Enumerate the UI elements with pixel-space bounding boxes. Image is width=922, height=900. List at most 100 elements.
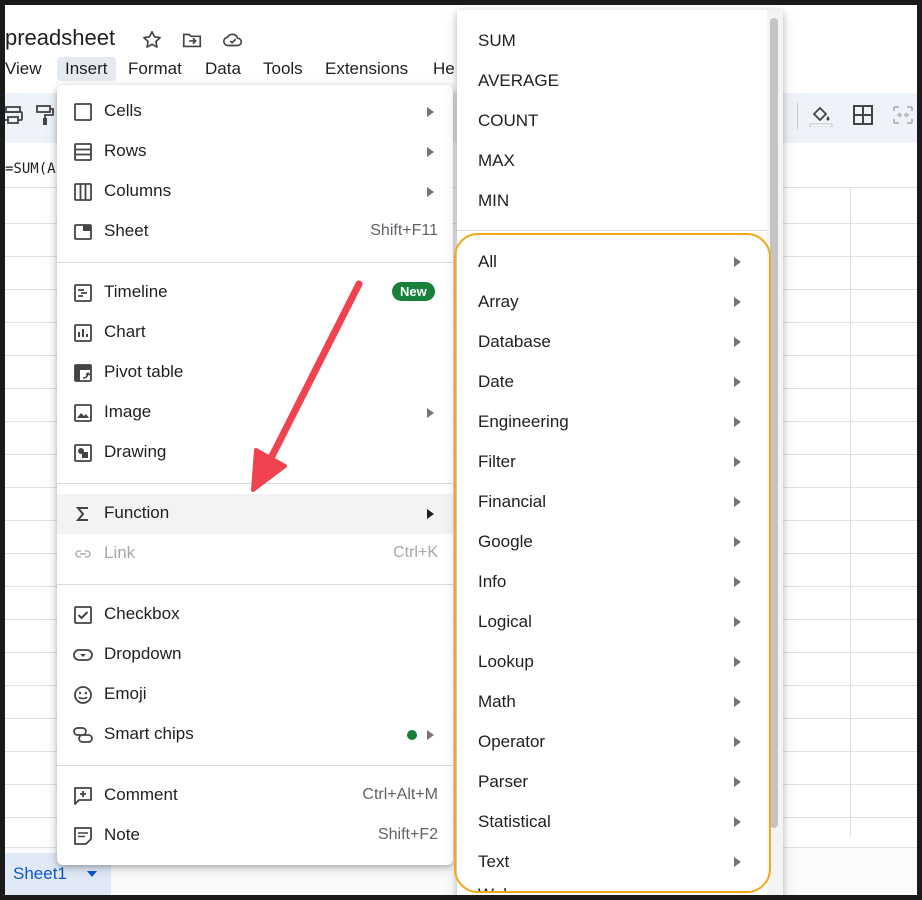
timeline-icon — [74, 284, 92, 302]
category-financial[interactable]: Financial — [457, 482, 767, 522]
submenu-arrow-icon — [734, 577, 741, 587]
emoji-icon — [74, 686, 92, 704]
toolbar-divider — [797, 103, 798, 129]
link-icon — [75, 550, 91, 558]
menu-item-smart-chips[interactable]: Smart chips — [57, 715, 453, 755]
category-text[interactable]: Text — [457, 842, 767, 882]
submenu-arrow-icon — [427, 187, 434, 197]
star-icon[interactable] — [141, 29, 163, 51]
category-operator[interactable]: Operator — [457, 722, 767, 762]
columns-icon — [74, 183, 92, 201]
sheet-tab-label: Sheet1 — [13, 864, 67, 883]
category-lookup[interactable]: Lookup — [457, 642, 767, 682]
print-icon[interactable] — [1, 103, 25, 127]
sheet-icon — [74, 224, 92, 240]
merge-cells-icon[interactable] — [891, 103, 915, 127]
menu-divider — [57, 765, 453, 766]
menu-tools[interactable]: Tools — [263, 59, 303, 79]
cells-icon — [74, 103, 92, 121]
menu-item-function[interactable]: Function — [57, 494, 453, 534]
category-engineering[interactable]: Engineering — [457, 402, 767, 442]
menu-insert[interactable]: Insert — [57, 57, 116, 81]
move-folder-icon[interactable] — [181, 29, 203, 51]
submenu-arrow-icon — [734, 737, 741, 747]
menu-item-columns[interactable]: Columns — [57, 172, 453, 212]
menu-item-link[interactable]: Link Ctrl+K — [57, 534, 453, 574]
note-icon — [74, 827, 92, 845]
category-logical[interactable]: Logical — [457, 602, 767, 642]
menu-item-dropdown[interactable]: Dropdown — [57, 635, 453, 675]
menu-data[interactable]: Data — [205, 59, 241, 79]
submenu-arrow-icon — [734, 297, 741, 307]
chart-icon — [74, 324, 92, 342]
submenu-arrow-icon — [427, 509, 434, 519]
scrollbar-thumb[interactable] — [770, 18, 778, 828]
dropdown-icon — [73, 649, 93, 661]
paint-format-icon[interactable] — [33, 103, 57, 127]
menu-item-sheet[interactable]: Sheet Shift+F11 — [57, 212, 453, 252]
cloud-saved-icon — [223, 33, 243, 47]
category-all[interactable]: All — [457, 242, 767, 282]
submenu-arrow-icon — [734, 497, 741, 507]
menu-divider — [57, 584, 453, 585]
function-submenu: SUM AVERAGE COUNT MAX MIN All Array Data… — [457, 10, 783, 895]
submenu-arrow-icon — [734, 417, 741, 427]
category-math[interactable]: Math — [457, 682, 767, 722]
submenu-arrow-icon — [427, 107, 434, 117]
menu-item-cells[interactable]: Cells — [57, 92, 453, 132]
shortcut-sheet: Shift+F11 — [370, 222, 438, 239]
chevron-down-icon[interactable] — [87, 871, 97, 877]
function-max[interactable]: MAX — [457, 141, 767, 181]
submenu-arrow-icon — [734, 657, 741, 667]
menu-item-rows[interactable]: Rows — [57, 132, 453, 172]
category-array[interactable]: Array — [457, 282, 767, 322]
shortcut-link: Ctrl+K — [393, 544, 438, 561]
function-average[interactable]: AVERAGE — [457, 61, 767, 101]
app-window: preadsheet View Insert Format Data Tools… — [0, 0, 922, 900]
checkbox-icon — [74, 606, 92, 624]
category-filter[interactable]: Filter — [457, 442, 767, 482]
borders-icon[interactable] — [851, 103, 875, 127]
rows-icon — [74, 143, 92, 161]
submenu-arrow-icon — [734, 777, 741, 787]
category-info[interactable]: Info — [457, 562, 767, 602]
shortcut-comment: Ctrl+Alt+M — [362, 786, 438, 803]
submenu-arrow-icon — [427, 147, 434, 157]
submenu-arrow-icon — [734, 337, 741, 347]
submenu-arrow-icon — [734, 457, 741, 467]
menu-divider — [57, 262, 453, 263]
new-badge: New — [392, 282, 435, 301]
sigma-icon — [75, 507, 88, 521]
menu-format[interactable]: Format — [128, 59, 182, 79]
document-title[interactable]: preadsheet — [5, 25, 115, 51]
function-min[interactable]: MIN — [457, 181, 767, 221]
submenu-arrow-icon — [427, 730, 434, 740]
status-dot — [407, 730, 417, 740]
menu-divider — [457, 230, 767, 231]
submenu-arrow-icon — [734, 537, 741, 547]
menu-item-emoji[interactable]: Emoji — [57, 675, 453, 715]
category-web-partial[interactable]: Web — [478, 885, 513, 893]
comment-icon — [74, 787, 92, 805]
category-parser[interactable]: Parser — [457, 762, 767, 802]
submenu-arrow-icon — [734, 377, 741, 387]
menu-view[interactable]: View — [5, 59, 42, 79]
submenu-arrow-icon — [734, 857, 741, 867]
formula-bar-text[interactable]: =SUM(A — [5, 161, 56, 177]
category-google[interactable]: Google — [457, 522, 767, 562]
menu-help[interactable]: He — [433, 59, 455, 79]
menu-extensions[interactable]: Extensions — [325, 59, 408, 79]
category-statistical[interactable]: Statistical — [457, 802, 767, 842]
submenu-arrow-icon — [734, 617, 741, 627]
category-date[interactable]: Date — [457, 362, 767, 402]
submenu-arrow-icon — [734, 817, 741, 827]
function-sum[interactable]: SUM — [457, 21, 767, 61]
image-icon — [74, 404, 92, 422]
menu-item-comment[interactable]: Comment Ctrl+Alt+M — [57, 776, 453, 816]
submenu-arrow-icon — [734, 257, 741, 267]
category-database[interactable]: Database — [457, 322, 767, 362]
menu-item-note[interactable]: Note Shift+F2 — [57, 816, 453, 856]
fill-color-icon[interactable] — [809, 103, 833, 127]
menu-item-checkbox[interactable]: Checkbox — [57, 595, 453, 635]
function-count[interactable]: COUNT — [457, 101, 767, 141]
